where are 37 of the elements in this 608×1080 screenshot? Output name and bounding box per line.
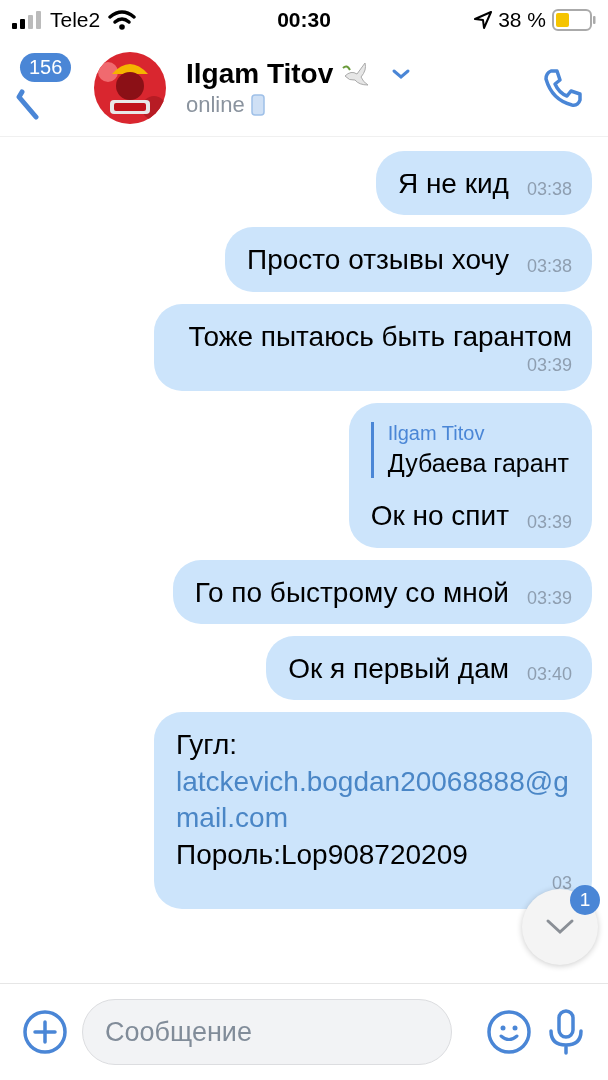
message-time: 03:39: [526, 355, 572, 378]
add-icon[interactable]: [22, 1009, 68, 1055]
battery-percent: 38 %: [498, 8, 546, 32]
wifi-icon: [108, 10, 137, 30]
reply-text: Дубаева гарант: [387, 449, 570, 479]
message-text: Тоже пытаюсь быть гарантом: [188, 319, 572, 354]
message-input[interactable]: Сообщение: [82, 999, 452, 1065]
call-icon[interactable]: [542, 67, 584, 109]
location-arrow-icon: [474, 11, 493, 29]
chevron-down-icon: [545, 918, 575, 936]
battery-icon: [552, 9, 596, 31]
clock-time: 00:30: [277, 8, 331, 32]
message-text: Го по быстрому со мной: [194, 575, 509, 610]
signal-icon: [12, 10, 42, 30]
contact-name: Ilgam Titov: [186, 58, 334, 90]
back-icon[interactable]: [16, 89, 40, 121]
reply-author: Ilgam Titov: [387, 422, 486, 446]
message-time: 03:38: [526, 255, 572, 278]
message-text: Ок я первый дам: [288, 651, 509, 686]
message-time: 03:39: [526, 587, 572, 610]
chevron-down-icon[interactable]: [391, 68, 412, 80]
message-text: Пороль:Lop908720209: [176, 837, 469, 872]
message-time: 03:39: [526, 511, 572, 534]
email-link[interactable]: latckevich.bogdan20068888@gmail.com: [176, 763, 572, 837]
unread-badge: 1: [570, 885, 600, 915]
message-time: 03:38: [526, 179, 572, 202]
phone-device-icon: [250, 94, 265, 116]
message-text: Просто отзывы хочу: [247, 243, 509, 278]
message-time: 03:40: [526, 664, 572, 687]
message-text: Ок но спит: [370, 499, 509, 534]
carrier-name: Tele2: [50, 8, 101, 32]
microphone-icon[interactable]: [546, 1009, 586, 1055]
emoji-icon[interactable]: [486, 1009, 532, 1055]
online-status: online: [186, 92, 245, 118]
message-text: Я не кид: [397, 167, 509, 201]
unread-badge: 156: [20, 53, 72, 82]
message-text: Гугл:: [176, 728, 238, 763]
